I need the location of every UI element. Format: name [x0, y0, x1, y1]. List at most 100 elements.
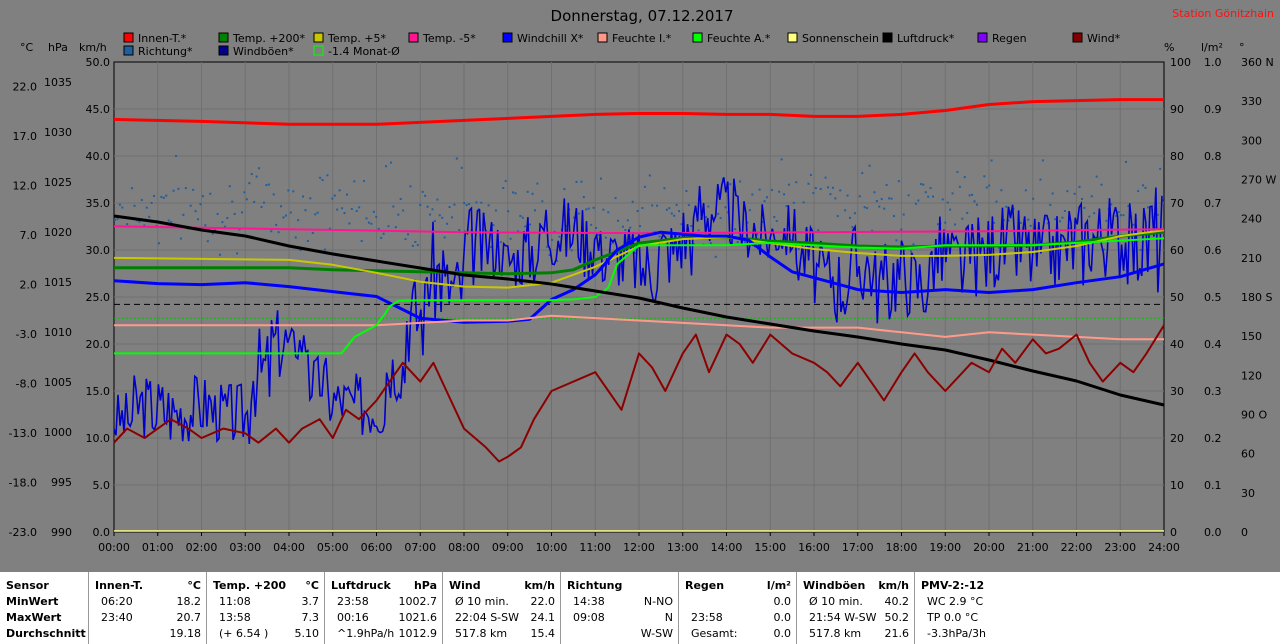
pressure-tick-label: 1030	[44, 126, 72, 139]
direction-point	[990, 159, 993, 162]
direction-point	[983, 175, 986, 178]
direction-point	[1142, 184, 1145, 187]
direction-point	[338, 189, 341, 192]
direction-point	[228, 185, 231, 188]
direction-point	[194, 210, 197, 213]
stats-cell-value: 0.0	[773, 611, 792, 624]
stats-row: ^1.9hPa/h 1012.9	[325, 626, 443, 642]
direction-point	[514, 192, 517, 195]
direction-point	[827, 186, 830, 189]
x-tick-label: 09:00	[492, 541, 524, 554]
direction-point	[441, 216, 444, 219]
direction-point	[1000, 189, 1003, 192]
direction-point	[250, 172, 253, 175]
direction-point	[116, 217, 119, 220]
stats-header-label: Windböen	[803, 579, 866, 592]
direction-point	[184, 187, 187, 190]
humidity-tick-label: 0	[1170, 526, 1177, 539]
direction-point	[775, 220, 778, 223]
direction-point	[927, 195, 930, 198]
direction-point	[402, 209, 405, 212]
direction-point	[663, 187, 666, 190]
direction-point	[360, 239, 363, 242]
direction-point	[1095, 175, 1098, 178]
direction-point	[153, 195, 156, 198]
direction-point	[304, 209, 307, 212]
direction-point	[673, 214, 676, 217]
stats-row: 14:38 N-NO	[561, 594, 679, 610]
direction-point	[636, 210, 639, 213]
direction-point	[1083, 206, 1086, 209]
rain-tick-label: 0.7	[1204, 197, 1222, 210]
direction-point	[643, 185, 646, 188]
temp-tick-label: -23.0	[9, 526, 37, 539]
direction-point	[1027, 218, 1030, 221]
direction-point	[199, 203, 202, 206]
direction-point	[604, 236, 607, 239]
stats-row: -3.3hPa/3h	[915, 626, 1045, 642]
direction-point	[748, 209, 751, 212]
direction-point	[717, 212, 720, 215]
direction-point	[885, 183, 888, 186]
direction-tick-label: 180 S	[1241, 291, 1272, 304]
direction-point	[670, 212, 673, 215]
direction-point	[1137, 190, 1140, 193]
direction-point	[897, 180, 900, 183]
direction-point	[414, 240, 417, 243]
direction-point	[287, 189, 290, 192]
direction-point	[1059, 220, 1061, 223]
rain-tick-label: 0.6	[1204, 244, 1222, 257]
direction-point	[277, 231, 280, 234]
humidity-tick-label: 40	[1170, 338, 1184, 351]
legend-label: Regen	[992, 32, 1027, 45]
direction-point	[370, 222, 373, 225]
rain-tick-label: 0.5	[1204, 291, 1222, 304]
stats-header: Windböen km/h	[797, 578, 915, 594]
x-tick-label: 15:00	[754, 541, 786, 554]
stats-column: Temp. +200 °C 11:08 3.7 13:58 7.3 (+ 6.54 ) 5.1…	[206, 572, 325, 644]
stats-cell-value: 50.2	[884, 611, 910, 624]
legend-label: Temp. +5*	[327, 32, 387, 45]
direction-point	[739, 180, 742, 183]
pressure-tick-label: 1010	[44, 326, 72, 339]
stats-header-label: Regen	[685, 579, 725, 592]
wind-tick-label: 50.0	[86, 56, 111, 69]
direction-point	[912, 243, 915, 246]
direction-point	[736, 241, 739, 244]
direction-point	[995, 200, 998, 203]
direction-point	[888, 197, 891, 200]
stats-column: Sensor MinWert MaxWert Durchschnitt	[0, 572, 88, 644]
rain-tick-label: 0.2	[1204, 432, 1222, 445]
direction-point	[140, 199, 143, 202]
stats-row: 19.18	[89, 626, 207, 642]
direction-point	[685, 190, 688, 193]
stats-row: 09:08 N	[561, 610, 679, 626]
direction-point	[1146, 206, 1149, 209]
chart-title: Donnerstag, 07.12.2017	[551, 7, 734, 25]
direction-point	[189, 204, 192, 207]
direction-point	[297, 219, 300, 222]
stats-cell-value: 40.2	[884, 595, 910, 608]
stats-cell-value: 0.0	[773, 595, 792, 608]
stats-row: WC 2.9 °C	[915, 594, 1045, 610]
direction-point	[758, 188, 761, 191]
stats-cell-value: 7.3	[301, 611, 320, 624]
direction-point	[883, 207, 886, 210]
direction-point	[656, 204, 659, 207]
direction-point	[282, 216, 285, 219]
direction-point	[1100, 183, 1103, 186]
stats-cell-label: 06:20	[101, 595, 133, 608]
direction-point	[465, 204, 468, 207]
direction-point	[1054, 218, 1057, 221]
direction-point	[941, 198, 944, 201]
x-tick-label: 12:00	[623, 541, 655, 554]
direction-point	[333, 194, 336, 197]
stats-column: Regen l/m² 0.0 23:58 0.0 Gesamt: 0.0	[678, 572, 797, 644]
direction-point	[1019, 221, 1022, 224]
x-tick-label: 05:00	[317, 541, 349, 554]
direction-point	[126, 223, 129, 226]
direction-point	[404, 238, 407, 241]
temp-tick-label: 12.0	[13, 180, 38, 193]
direction-point	[580, 180, 583, 183]
stats-row: 13:58 7.3	[207, 610, 325, 626]
